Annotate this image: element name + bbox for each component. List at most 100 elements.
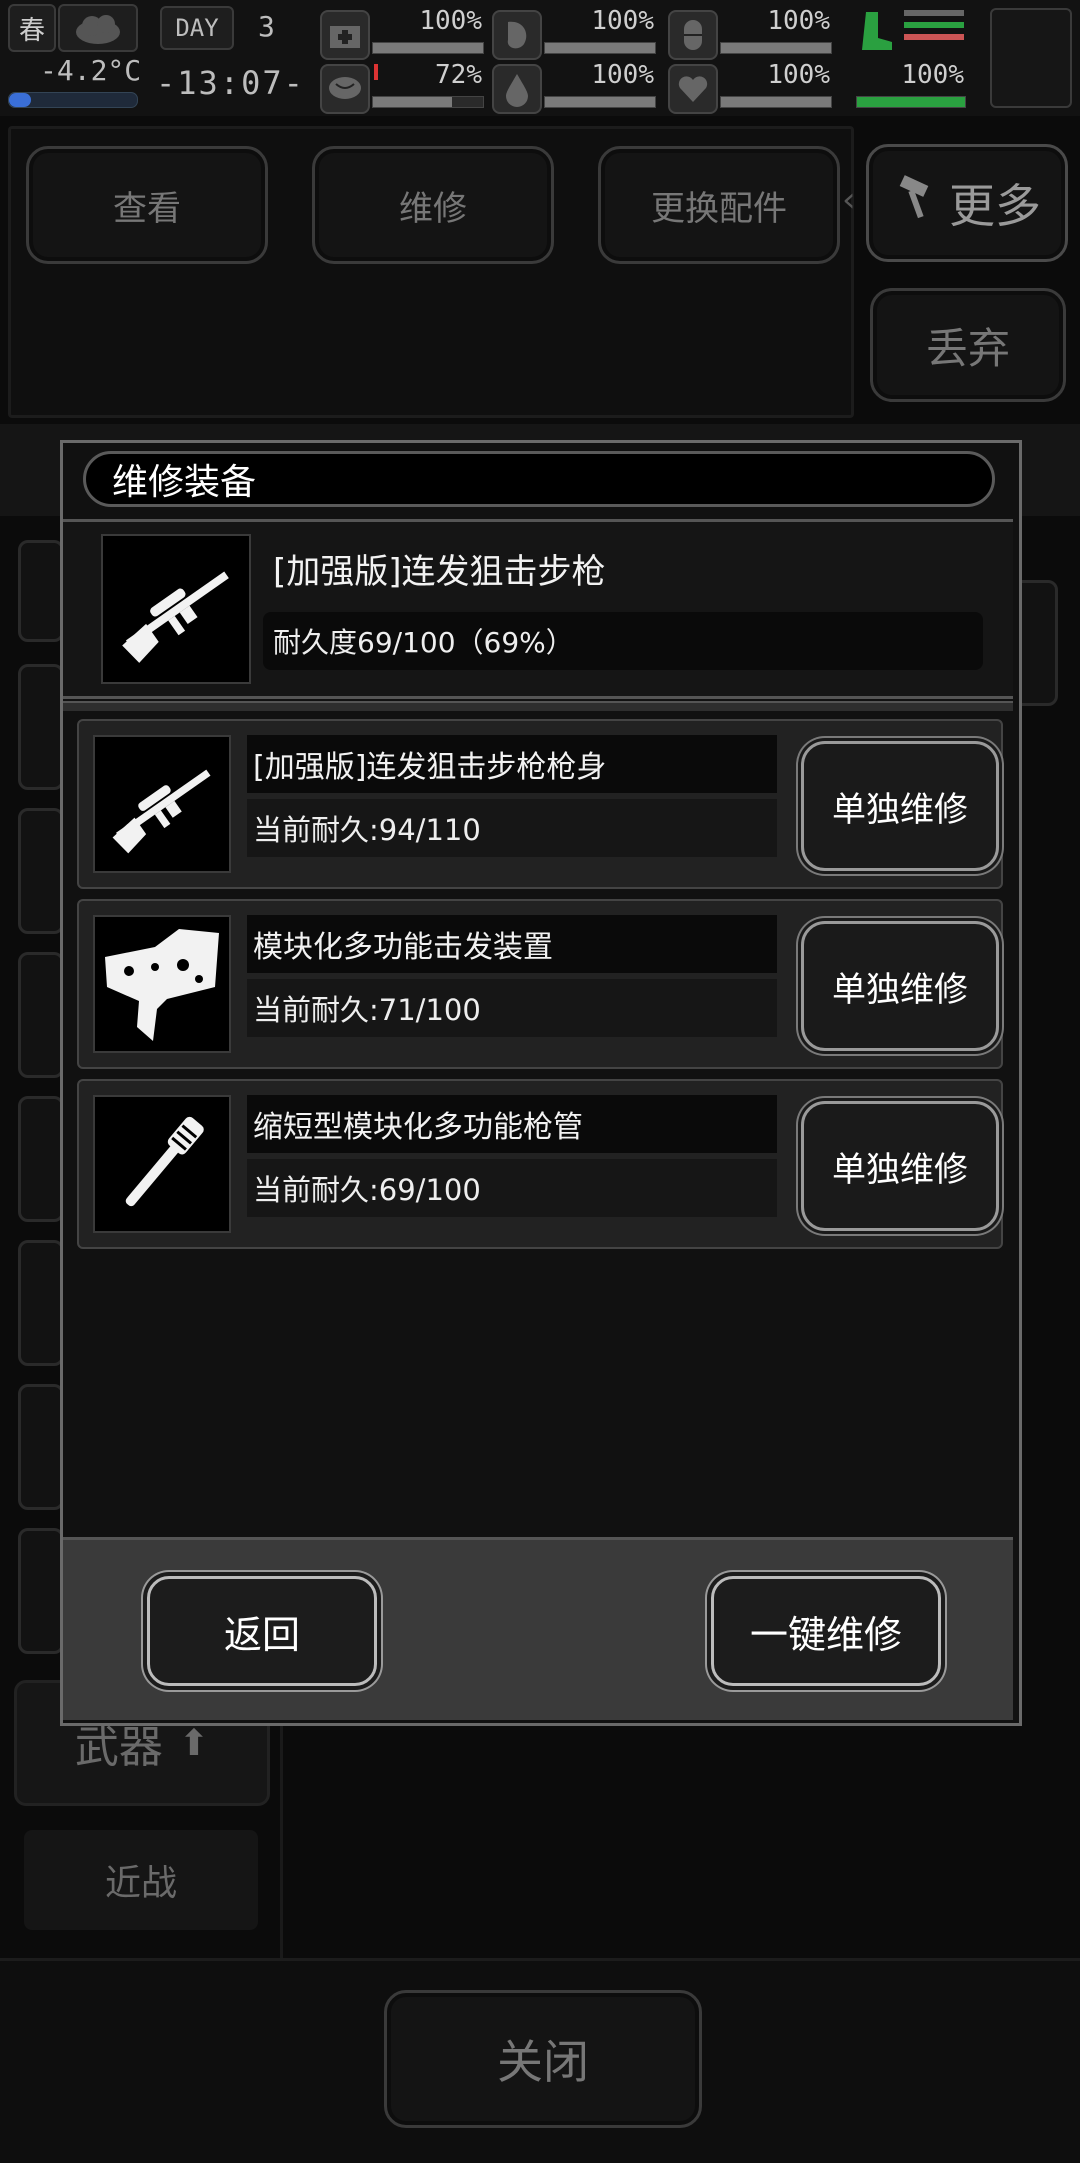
stat-hunger-bar (544, 42, 656, 54)
sidebar-cell[interactable] (18, 952, 64, 1078)
temperature-bar (8, 92, 138, 108)
part-row: [加强版]连发狙击步枪枪身 当前耐久:94/110 单独维修 (77, 719, 1003, 889)
discard-button-label: 丢弃 (925, 323, 1010, 373)
stat-stamina-bar (856, 96, 966, 108)
stat-hunger-value: 100% (591, 6, 654, 36)
repair-single-button[interactable]: 单独维修 (801, 921, 999, 1051)
repair-tab[interactable]: 维修 (312, 146, 554, 264)
sidebar-cell[interactable] (18, 808, 64, 934)
stomach-icon (492, 10, 542, 60)
stat-thirst-value: 100% (591, 60, 654, 90)
repair-single-label: 单独维修 (832, 789, 968, 830)
item-durability-text: 耐久度69/100（69%） (273, 626, 574, 659)
day-badge: DAY (160, 6, 234, 50)
day-label: DAY (175, 14, 219, 42)
repair-single-button[interactable]: 单独维修 (801, 1101, 999, 1231)
stat-stamina (852, 4, 972, 60)
dialog-title: 维修装备 (83, 451, 995, 507)
water-drop-icon (492, 64, 542, 114)
more-button-label: 更多 (949, 179, 1041, 233)
part-durability: 当前耐久:94/110 (247, 799, 777, 857)
part-row: 模块化多功能击发装置 当前耐久:71/100 单独维修 (77, 899, 1003, 1069)
arrow-up-icon: ⬆ (178, 1722, 210, 1764)
part-durability-text: 当前耐久:69/100 (253, 1173, 481, 1207)
sidebar-cell[interactable] (18, 1528, 64, 1654)
item-durability: 耐久度69/100（69%） (263, 612, 983, 670)
sniper-rifle-icon (101, 534, 251, 684)
sidebar-cell[interactable] (18, 540, 64, 642)
repair-dialog: 维修装备 [加强版]连发狙击步枪 耐久度69/100（69%） [加强版]连发狙… (60, 440, 1022, 1726)
sidebar-cell[interactable] (18, 1240, 64, 1366)
stat-stamina-readout: 100% (852, 58, 972, 114)
season-indicator: 春 (8, 4, 56, 52)
stat-hunger: 100% (492, 4, 662, 60)
stat-thirst-bar (544, 96, 656, 108)
stat-health: 100% (320, 4, 490, 60)
stat-fatigue-bar (720, 42, 832, 54)
chevron-left-icon: ‹ (842, 180, 856, 220)
repair-single-button[interactable]: 单独维修 (801, 741, 999, 871)
status-bar: 春 -4.2°C DAY 3 -13:07- 100% 100% 100% 72… (0, 0, 1080, 116)
dialog-title-text: 维修装备 (112, 462, 257, 503)
part-name: 模块化多功能击发装置 (247, 915, 777, 973)
repair-all-button[interactable]: 一键维修 (711, 1576, 941, 1686)
part-name-text: [加强版]连发狙击步枪枪身 (253, 750, 607, 785)
replace-parts-tab[interactable]: 更换配件 (598, 146, 840, 264)
gun-barrel-icon (93, 1095, 231, 1233)
back-button[interactable]: 返回 (147, 1576, 377, 1686)
part-durability-text: 当前耐久:71/100 (253, 993, 481, 1027)
close-button[interactable]: 关闭 (384, 1990, 702, 2128)
part-name-text: 缩短型模块化多功能枪管 (253, 1110, 583, 1145)
view-tab-label: 查看 (113, 188, 181, 229)
stat-health-bar (372, 42, 484, 54)
repair-tab-label: 维修 (399, 188, 467, 229)
more-button[interactable]: 更多 (866, 144, 1068, 262)
medkit-icon (320, 10, 370, 60)
menu-button[interactable] (990, 8, 1072, 108)
sidebar-cell[interactable] (18, 1384, 64, 1510)
sniper-rifle-icon (93, 735, 231, 873)
season-label: 春 (18, 15, 45, 46)
part-name-text: 模块化多功能击发装置 (253, 930, 553, 965)
stat-thirst: 100% (492, 58, 662, 114)
weather-icon (58, 4, 138, 52)
stat-mood-bar (720, 96, 832, 108)
part-durability-text: 当前耐久:94/110 (253, 813, 481, 847)
hammer-icon (893, 174, 941, 233)
stat-fatigue-value: 100% (767, 6, 830, 36)
stat-mental: 72% (320, 58, 490, 114)
heart-icon (668, 64, 718, 114)
pill-icon (668, 10, 718, 60)
day-number: 3 (258, 10, 275, 43)
trigger-mechanism-icon (93, 915, 231, 1053)
category-melee-label: 近战 (104, 1863, 177, 1904)
stat-health-value: 100% (419, 6, 482, 36)
brain-icon (320, 64, 370, 114)
repair-all-button-label: 一键维修 (749, 1612, 902, 1657)
item-name: [加强版]连发狙击步枪 (273, 552, 606, 592)
stat-mental-value: 72% (435, 60, 482, 90)
sidebar-cell[interactable] (18, 1096, 64, 1222)
repair-single-label: 单独维修 (832, 969, 968, 1010)
stat-mood: 100% (668, 58, 838, 114)
replace-parts-tab-label: 更换配件 (651, 188, 787, 229)
stat-fatigue: 100% (668, 4, 838, 60)
part-name: 缩短型模块化多功能枪管 (247, 1095, 777, 1153)
boot-icon (856, 8, 896, 52)
category-melee[interactable]: 近战 (24, 1830, 258, 1930)
discard-button[interactable]: 丢弃 (870, 288, 1066, 402)
repair-single-label: 单独维修 (832, 1149, 968, 1190)
view-tab[interactable]: 查看 (26, 146, 268, 264)
part-row: 缩短型模块化多功能枪管 当前耐久:69/100 单独维修 (77, 1079, 1003, 1249)
sidebar-cell[interactable] (18, 664, 64, 790)
stat-mood-value: 100% (767, 60, 830, 90)
temperature-readout: -4.2°C (40, 54, 142, 87)
section-divider (63, 701, 1013, 711)
clock-readout: -13:07- (156, 64, 305, 102)
stat-mental-bar (372, 96, 484, 108)
part-name: [加强版]连发狙击步枪枪身 (247, 735, 777, 793)
mental-decrease-indicator (374, 64, 378, 80)
close-button-label: 关闭 (497, 2035, 589, 2089)
stat-stamina-value: 100% (901, 60, 964, 90)
part-durability: 当前耐久:69/100 (247, 1159, 777, 1217)
